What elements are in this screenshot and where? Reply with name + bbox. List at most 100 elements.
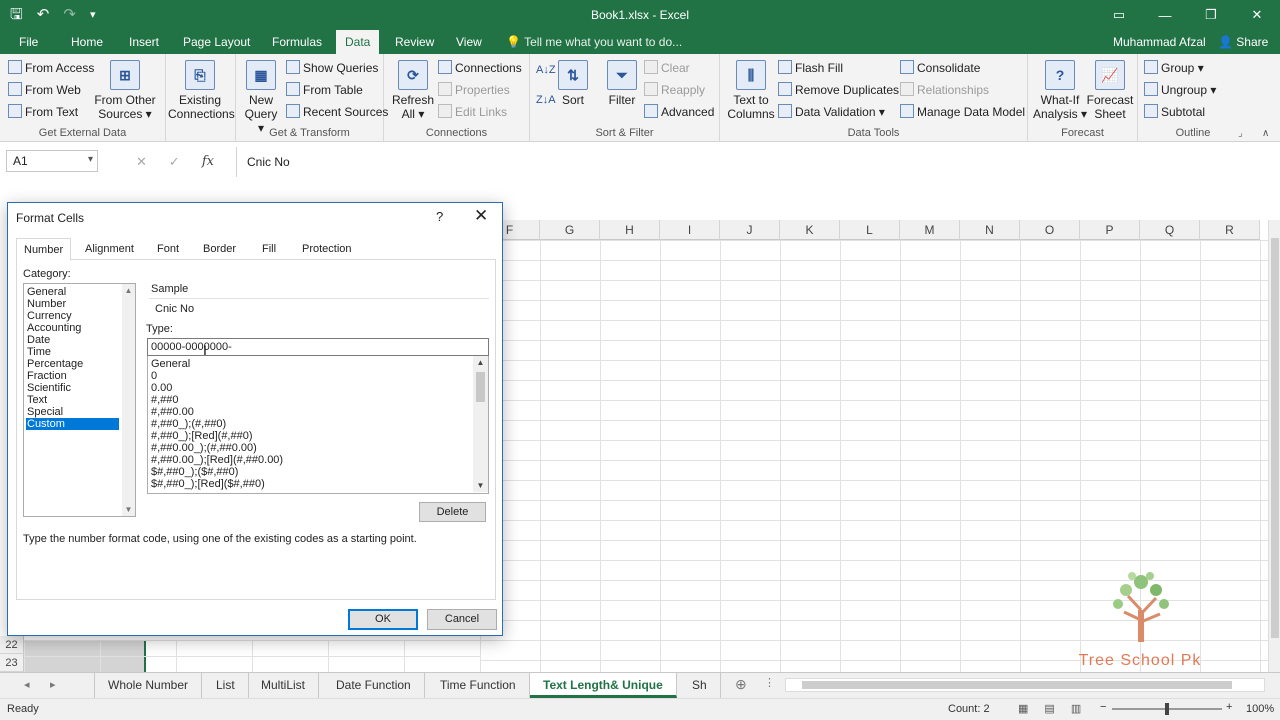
category-item[interactable]: Number bbox=[26, 298, 119, 310]
dialog-launcher-icon[interactable]: ⌟ bbox=[1238, 128, 1243, 139]
ungroup-button[interactable]: Ungroup ▾ bbox=[1144, 82, 1216, 97]
format-item[interactable]: #,##0_);(#,##0) bbox=[151, 418, 226, 430]
tab-home[interactable]: Home bbox=[62, 30, 112, 54]
scroll-up-icon[interactable]: ▲ bbox=[122, 286, 135, 295]
add-sheet-icon[interactable]: ⊕ bbox=[735, 676, 747, 693]
column-header[interactable]: M bbox=[900, 220, 960, 240]
format-item[interactable]: $#,##0_);($#,##0) bbox=[151, 466, 238, 478]
sheet-tab[interactable]: List bbox=[203, 673, 249, 698]
column-header[interactable]: R bbox=[1200, 220, 1260, 240]
advanced-button[interactable]: Advanced bbox=[644, 104, 714, 119]
tab-page-layout[interactable]: Page Layout bbox=[174, 30, 259, 54]
sheet-tab[interactable]: Time Function bbox=[427, 673, 530, 698]
tab-fill[interactable]: Fill bbox=[255, 238, 283, 260]
format-item[interactable]: 0 bbox=[151, 370, 157, 382]
connections-button[interactable]: Connections bbox=[438, 60, 522, 75]
row-header[interactable]: 22 bbox=[0, 636, 24, 654]
scroll-down-icon[interactable]: ▼ bbox=[473, 481, 488, 490]
filter-button[interactable]: ⏷ Filter bbox=[602, 60, 642, 107]
zoom-slider-knob[interactable] bbox=[1165, 703, 1169, 715]
category-item[interactable]: Date bbox=[26, 334, 119, 346]
cell-grid-lower[interactable] bbox=[24, 640, 480, 672]
category-item[interactable]: Accounting bbox=[26, 322, 119, 334]
sheet-tab[interactable]: Date Function bbox=[323, 673, 425, 698]
from-access-button[interactable]: From Access bbox=[8, 60, 94, 75]
relationships-button[interactable]: Relationships bbox=[900, 82, 989, 97]
from-text-button[interactable]: From Text bbox=[8, 104, 78, 119]
tab-protection[interactable]: Protection bbox=[295, 238, 359, 260]
formula-input[interactable]: Cnic No bbox=[236, 147, 1276, 177]
tab-number[interactable]: Number bbox=[16, 238, 72, 261]
format-item[interactable]: #,##0.00_);(#,##0.00) bbox=[151, 442, 257, 454]
sort-az-button[interactable]: A↓Z bbox=[536, 64, 556, 76]
help-icon[interactable]: ? bbox=[436, 209, 443, 224]
collapse-ribbon-icon[interactable]: ∧ bbox=[1262, 128, 1269, 139]
tab-split-handle-icon[interactable]: ⋮ bbox=[764, 676, 775, 689]
column-header[interactable]: Q bbox=[1140, 220, 1200, 240]
zoom-slider[interactable] bbox=[1112, 703, 1222, 715]
format-list-scrollbar[interactable]: ▲ ▼ bbox=[473, 356, 488, 492]
format-code-list[interactable]: General 0 0.00 #,##0 #,##0.00 #,##0_);(#… bbox=[147, 356, 489, 494]
vertical-scrollbar[interactable] bbox=[1268, 220, 1280, 672]
category-list[interactable]: General Number Currency Accounting Date … bbox=[23, 283, 136, 517]
existing-connections-button[interactable]: ⎘ Existing Connections bbox=[168, 60, 235, 121]
name-box[interactable]: A1 bbox=[6, 150, 98, 172]
category-item[interactable]: Special bbox=[26, 406, 119, 418]
column-header[interactable]: H bbox=[600, 220, 660, 240]
tab-formulas[interactable]: Formulas bbox=[263, 30, 331, 54]
new-query-button[interactable]: ▦ New Query ▾ bbox=[240, 60, 282, 135]
zoom-level[interactable]: 100% bbox=[1246, 703, 1274, 715]
row-header[interactable]: 23 bbox=[0, 654, 24, 672]
from-other-sources-button[interactable]: ⊞ From Other Sources ▾ bbox=[94, 60, 156, 121]
category-item[interactable]: Scientific bbox=[26, 382, 119, 394]
category-item[interactable]: Percentage bbox=[26, 358, 119, 370]
close-icon[interactable]: ✕ bbox=[1234, 0, 1280, 30]
subtotal-button[interactable]: Subtotal bbox=[1144, 104, 1205, 119]
forecast-sheet-button[interactable]: 📈 Forecast Sheet bbox=[1086, 60, 1134, 121]
sheet-tab-active[interactable]: Text Length& Unique bbox=[530, 673, 677, 698]
horizontal-scrollbar[interactable] bbox=[785, 678, 1265, 692]
maximize-icon[interactable]: ❐ bbox=[1188, 0, 1234, 30]
insert-function-icon[interactable]: fx bbox=[202, 154, 214, 170]
format-item[interactable]: $#,##0_);[Red]($#,##0) bbox=[151, 478, 265, 490]
format-item[interactable]: #,##0.00_);[Red](#,##0.00) bbox=[151, 454, 283, 466]
type-input[interactable]: 00000-0000000- bbox=[147, 338, 489, 356]
consolidate-button[interactable]: Consolidate bbox=[900, 60, 980, 75]
sort-za-button[interactable]: Z↓A bbox=[536, 94, 556, 106]
cancel-button[interactable]: Cancel bbox=[427, 609, 497, 630]
flash-fill-button[interactable]: Flash Fill bbox=[778, 60, 843, 75]
column-header[interactable]: O bbox=[1020, 220, 1080, 240]
manage-data-model-button[interactable]: Manage Data Model bbox=[900, 104, 1025, 119]
normal-view-icon[interactable]: ▦ bbox=[1018, 702, 1028, 715]
what-if-analysis-button[interactable]: ? What-If Analysis ▾ bbox=[1032, 60, 1088, 121]
page-layout-view-icon[interactable]: ▤ bbox=[1044, 702, 1054, 715]
column-header[interactable]: I bbox=[660, 220, 720, 240]
tab-alignment[interactable]: Alignment bbox=[78, 238, 141, 260]
refresh-all-button[interactable]: ⟳ Refresh All ▾ bbox=[390, 60, 436, 121]
next-sheet-icon[interactable]: ▸ bbox=[50, 678, 56, 691]
format-item[interactable]: #,##0_);[Red](#,##0) bbox=[151, 430, 253, 442]
status-count[interactable]: Count: 2 bbox=[948, 703, 990, 715]
column-header[interactable]: K bbox=[780, 220, 840, 240]
ribbon-display-icon[interactable]: ▭ bbox=[1096, 0, 1142, 30]
minimize-icon[interactable]: — bbox=[1142, 0, 1188, 30]
format-item[interactable]: General bbox=[151, 358, 190, 370]
clear-button[interactable]: Clear bbox=[644, 60, 690, 75]
tell-me-search[interactable]: 💡 Tell me what you want to do... bbox=[506, 30, 682, 54]
tab-insert[interactable]: Insert bbox=[120, 30, 168, 54]
cancel-entry-icon[interactable]: ✕ bbox=[136, 154, 147, 170]
column-header[interactable]: J bbox=[720, 220, 780, 240]
tab-file[interactable]: File bbox=[10, 30, 47, 54]
reapply-button[interactable]: Reapply bbox=[644, 82, 705, 97]
share-button[interactable]: 👤 Share bbox=[1218, 30, 1268, 54]
format-item[interactable]: #,##0.00 bbox=[151, 406, 194, 418]
column-header[interactable]: P bbox=[1080, 220, 1140, 240]
format-item[interactable]: 0.00 bbox=[151, 382, 172, 394]
confirm-entry-icon[interactable]: ✓ bbox=[169, 154, 180, 170]
tab-border[interactable]: Border bbox=[196, 238, 243, 260]
properties-button[interactable]: Properties bbox=[438, 82, 510, 97]
show-queries-button[interactable]: Show Queries bbox=[286, 60, 378, 75]
column-header[interactable]: N bbox=[960, 220, 1020, 240]
sheet-tab[interactable]: Sh bbox=[679, 673, 721, 698]
edit-links-button[interactable]: Edit Links bbox=[438, 104, 507, 119]
